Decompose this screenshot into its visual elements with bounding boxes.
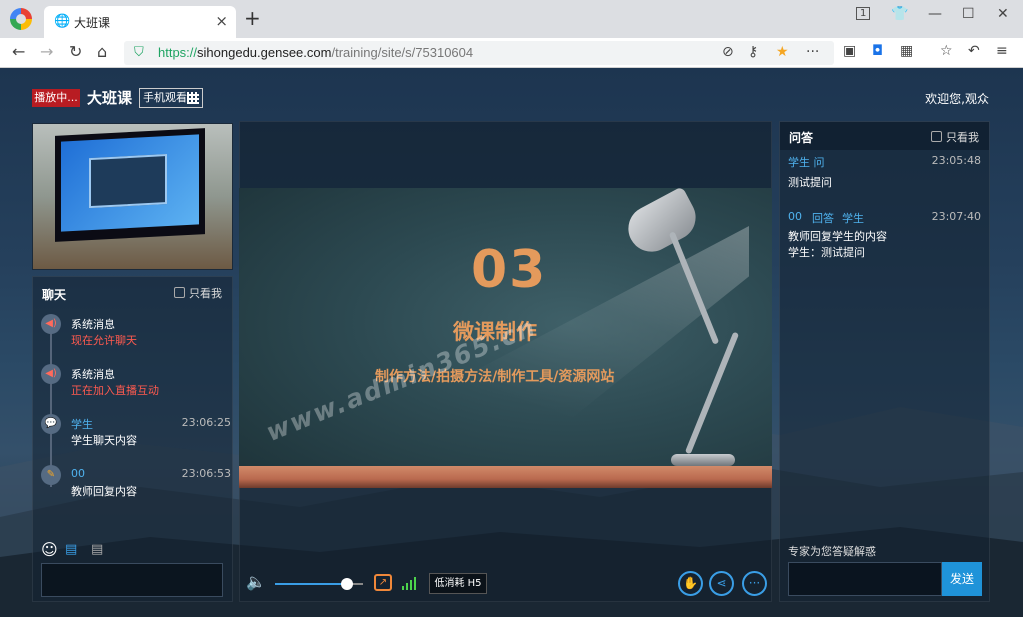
shelf	[239, 466, 772, 488]
close-window-icon[interactable]: ✕	[997, 6, 1009, 22]
more-options-icon[interactable]: ···	[742, 571, 767, 596]
player-controls: 🔈 ↗ 低消耗 H5 ✋ ⋖ ···	[239, 566, 772, 603]
volume-icon[interactable]: 🔈	[246, 572, 266, 591]
welcome-text: 欢迎您,观众	[925, 92, 989, 106]
file-settings-icon[interactable]: ▤	[91, 542, 103, 557]
message-time: 23:06:53	[181, 467, 231, 480]
message-sender: 00	[71, 467, 85, 480]
monitor-image	[55, 128, 205, 242]
message-sender: 系统消息	[71, 368, 115, 381]
tab-title: 大班课	[74, 16, 111, 30]
tab-close-icon[interactable]: ×	[215, 12, 228, 30]
message-text: 学生聊天内容	[71, 434, 137, 447]
maximize-icon[interactable]: ☐	[962, 6, 975, 22]
playback-mode-button[interactable]: 低消耗 H5	[429, 573, 487, 594]
message-time: 23:06:25	[181, 416, 231, 429]
qa-student-tag: 学生	[842, 212, 864, 225]
mobile-watch-button[interactable]: 手机观看	[139, 88, 203, 108]
message-text: 教师回复内容	[71, 485, 137, 498]
lamp-arm	[684, 331, 740, 455]
minimize-icon[interactable]: —	[928, 6, 942, 22]
qr-code-icon	[187, 92, 199, 104]
pen-icon: ✎	[41, 465, 61, 485]
chat-title: 聊天	[42, 288, 67, 302]
qa-quote: 学生：测试提问	[788, 246, 865, 259]
shield-icon: ⛉	[134, 45, 144, 60]
message-text: 正在加入直播互动	[71, 384, 159, 397]
qa-only-me-checkbox[interactable]: 只看我	[931, 129, 979, 145]
mobile-watch-label: 手机观看	[143, 91, 187, 104]
skin-icon[interactable]: 👕	[891, 6, 908, 22]
apps-icon[interactable]: ▦	[900, 43, 913, 59]
favorites-icon[interactable]: ☆	[940, 43, 953, 59]
chat-panel: 聊天 只看我 ◀) 系统消息 现在允许聊天 ◀) 系统消息 正在加入直播互动 💬…	[32, 276, 233, 602]
browser-logo-icon	[10, 8, 32, 30]
message-sender: 系统消息	[71, 318, 115, 331]
lamp-base	[671, 454, 735, 466]
volume-slider[interactable]	[275, 578, 363, 590]
speaker-icon: ◀)	[41, 314, 61, 334]
chat-only-me-checkbox[interactable]: 只看我	[174, 285, 222, 301]
qa-reply: 教师回复学生的内容	[788, 230, 887, 243]
qa-footer-label: 专家为您答疑解惑	[788, 545, 876, 558]
undo-icon[interactable]: ↶	[968, 43, 980, 59]
emoji-icon[interactable]: ☺	[41, 540, 58, 559]
chat-bubble-icon: 💬	[41, 414, 61, 434]
qa-question: 测试提问	[788, 176, 832, 189]
menu-icon[interactable]: ≡	[996, 43, 1008, 59]
qa-header: 问答 只看我	[780, 122, 989, 150]
qa-title: 问答	[789, 131, 814, 145]
lamp-head	[620, 188, 704, 260]
extension-icon[interactable]: ▣	[843, 43, 856, 59]
raise-hand-icon[interactable]: ✋	[678, 571, 703, 596]
qa-answer-tag: 回答	[812, 212, 834, 225]
tab-count-icon[interactable]: 1	[856, 7, 871, 20]
qa-asker: 学生 问	[788, 156, 825, 169]
message-sender: 学生	[71, 418, 93, 431]
chat-input[interactable]	[41, 563, 223, 597]
network-icon[interactable]: ↗	[374, 574, 392, 591]
file-icon[interactable]: ▤	[65, 542, 77, 557]
live-badge: 播放中...	[32, 89, 80, 107]
url-text: https://sihongedu.gensee.com/training/si…	[158, 45, 474, 60]
home-icon[interactable]: ⌂	[97, 42, 107, 61]
compass-icon[interactable]: ⊘	[722, 44, 734, 60]
globe-icon: 🌐	[54, 14, 71, 29]
star-icon[interactable]: ★	[776, 44, 789, 60]
back-icon[interactable]: ←	[12, 42, 25, 61]
slide-number: 03	[471, 240, 548, 300]
browser-tabbar: 🌐 大班课 × + 1 👕 — ☐ ✕	[0, 0, 1023, 38]
share-icon[interactable]: ⋖	[709, 571, 734, 596]
qa-time: 23:05:48	[931, 154, 981, 167]
chat-timeline	[50, 317, 52, 487]
new-tab-button[interactable]: +	[244, 6, 261, 30]
speaker-icon: ◀)	[41, 364, 61, 384]
send-button[interactable]: 发送	[942, 562, 982, 596]
browser-tab[interactable]: 🌐 大班课 ×	[44, 6, 236, 38]
qa-answerer: 00	[788, 210, 802, 223]
browser-toolbar: ← → ↻ ⌂ ⛉ https://sihongedu.gensee.com/t…	[0, 38, 1023, 68]
signal-icon	[402, 576, 420, 590]
message-text: 现在允许聊天	[71, 334, 137, 347]
address-bar[interactable]: ⛉ https://sihongedu.gensee.com/training/…	[124, 41, 834, 65]
qa-input[interactable]	[788, 562, 942, 596]
reload-icon[interactable]: ↻	[69, 42, 82, 61]
shield-extension-icon[interactable]: ◘	[872, 43, 883, 59]
volume-knob[interactable]	[341, 578, 354, 590]
key-icon[interactable]: ⚷	[748, 44, 758, 60]
forward-icon[interactable]: →	[40, 42, 53, 61]
qa-panel: 问答 只看我 学生 问 23:05:48 测试提问 00 回答 学生 23:07…	[779, 121, 990, 602]
course-title: 大班课	[87, 89, 133, 107]
more-icon[interactable]: ···	[806, 44, 819, 60]
camera-view	[32, 123, 233, 270]
qa-time: 23:07:40	[931, 210, 981, 223]
